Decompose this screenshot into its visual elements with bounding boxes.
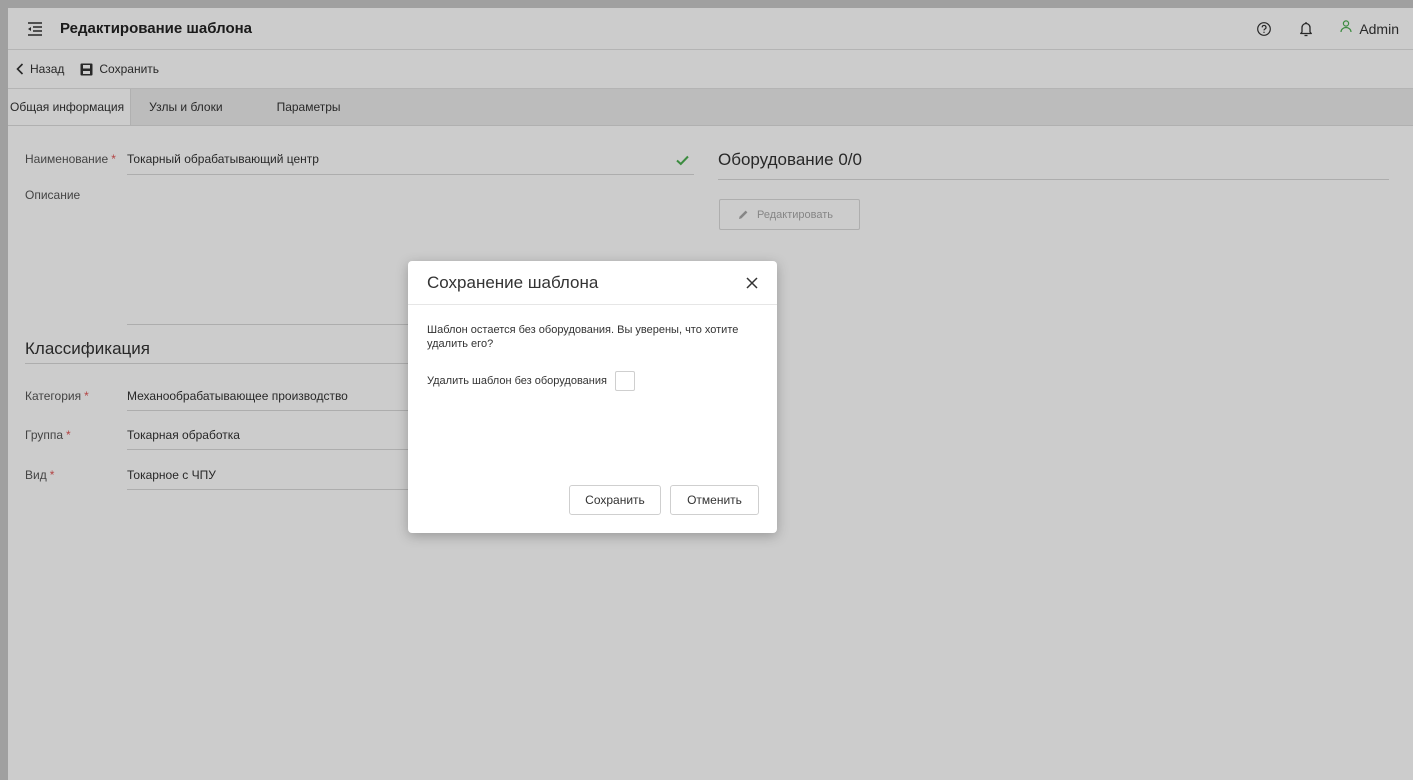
save-template-dialog: Сохранение шаблона Шаблон остается без о… (408, 261, 777, 533)
dialog-save-button[interactable]: Сохранить (569, 485, 661, 515)
delete-without-equipment-checkbox[interactable] (614, 371, 635, 391)
delete-without-equipment-label: Удалить шаблон без оборудования (427, 375, 607, 387)
dialog-header: Сохранение шаблона (408, 261, 777, 305)
close-icon[interactable] (744, 275, 760, 291)
dialog-cancel-button[interactable]: Отменить (670, 485, 759, 515)
dialog-message: Шаблон остается без оборудования. Вы уве… (427, 324, 739, 350)
delete-without-equipment-row: Удалить шаблон без оборудования (427, 371, 635, 391)
dialog-title: Сохранение шаблона (427, 272, 599, 292)
